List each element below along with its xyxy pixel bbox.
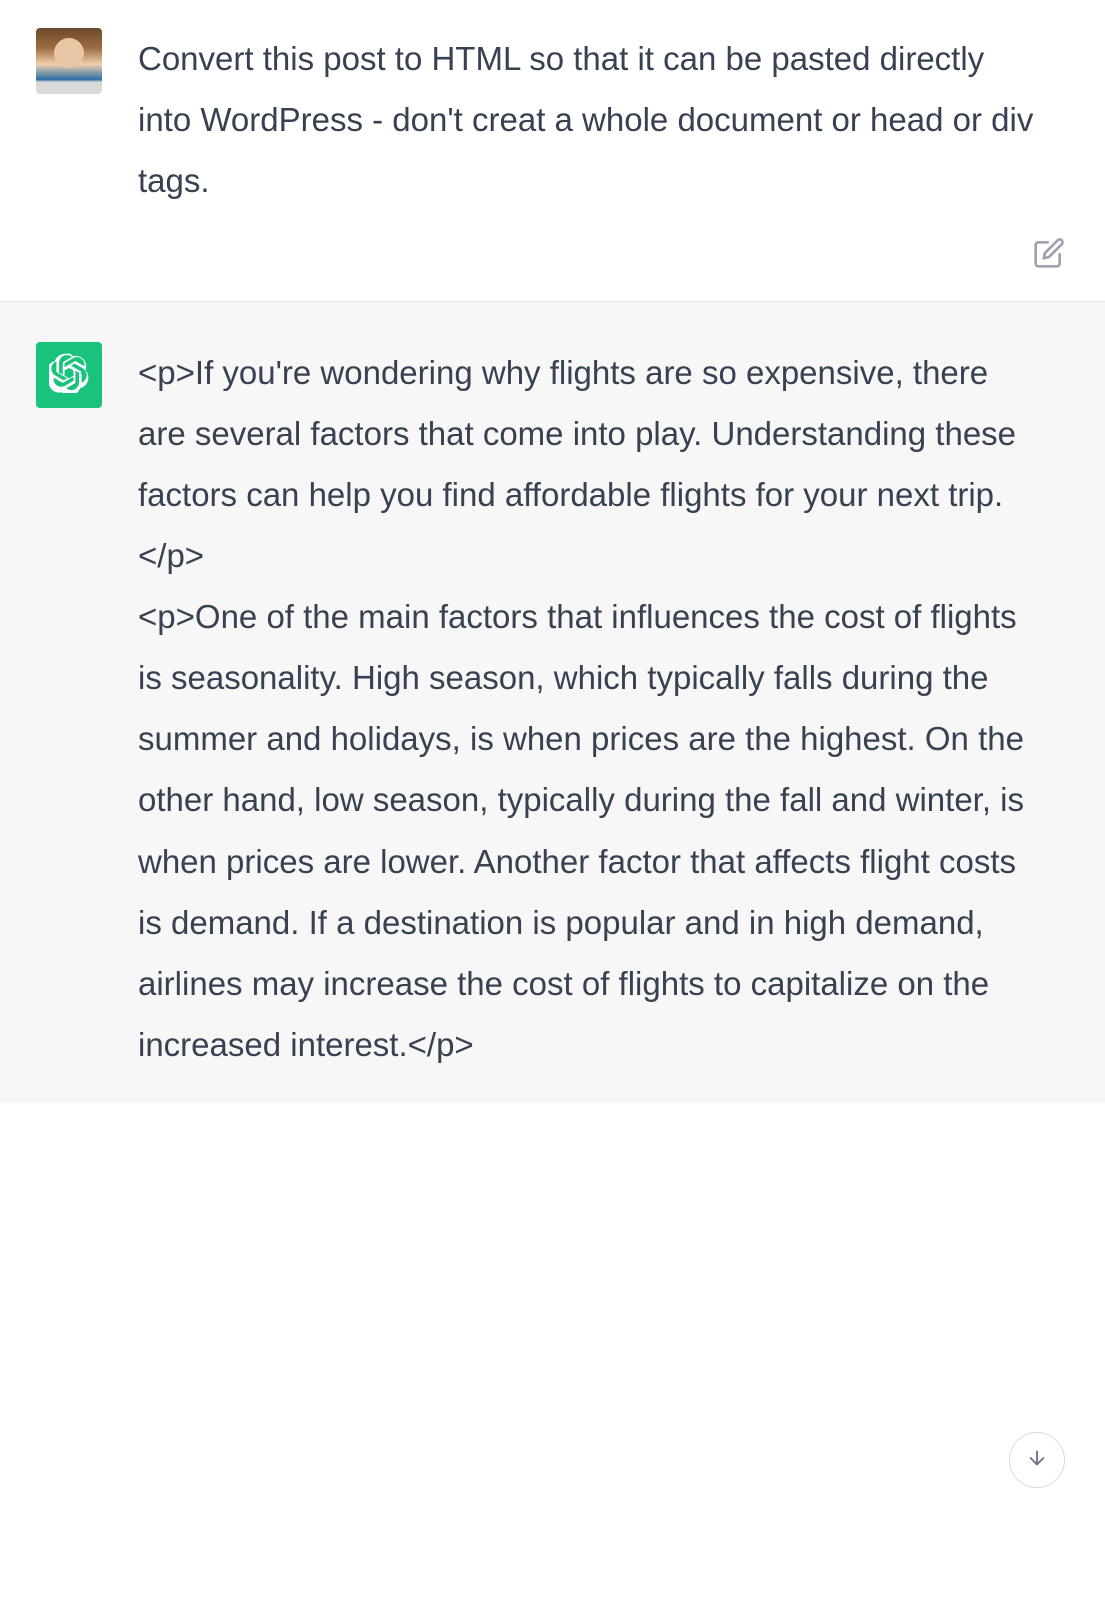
chat-container: Convert this post to HTML so that it can… [0,0,1105,1103]
user-message-text: Convert this post to HTML so that it can… [138,28,1039,211]
assistant-message-paragraph-2: <p>One of the main factors that influenc… [138,586,1039,1074]
user-avatar-column [36,28,102,94]
user-message-content: Convert this post to HTML so that it can… [138,28,1069,211]
arrow-down-icon [1026,1447,1048,1474]
assistant-message: <p>If you're wondering why flights are s… [0,302,1105,1103]
user-message: Convert this post to HTML so that it can… [0,0,1105,302]
edit-icon [1033,256,1065,273]
assistant-message-paragraph-1: <p>If you're wondering why flights are s… [138,342,1039,586]
openai-logo-icon [49,353,89,398]
assistant-message-content: <p>If you're wondering why flights are s… [138,342,1069,1075]
edit-message-button[interactable] [1033,237,1065,269]
assistant-avatar [36,342,102,408]
scroll-to-bottom-button[interactable] [1009,1432,1065,1488]
user-avatar [36,28,102,94]
assistant-avatar-column [36,342,102,408]
